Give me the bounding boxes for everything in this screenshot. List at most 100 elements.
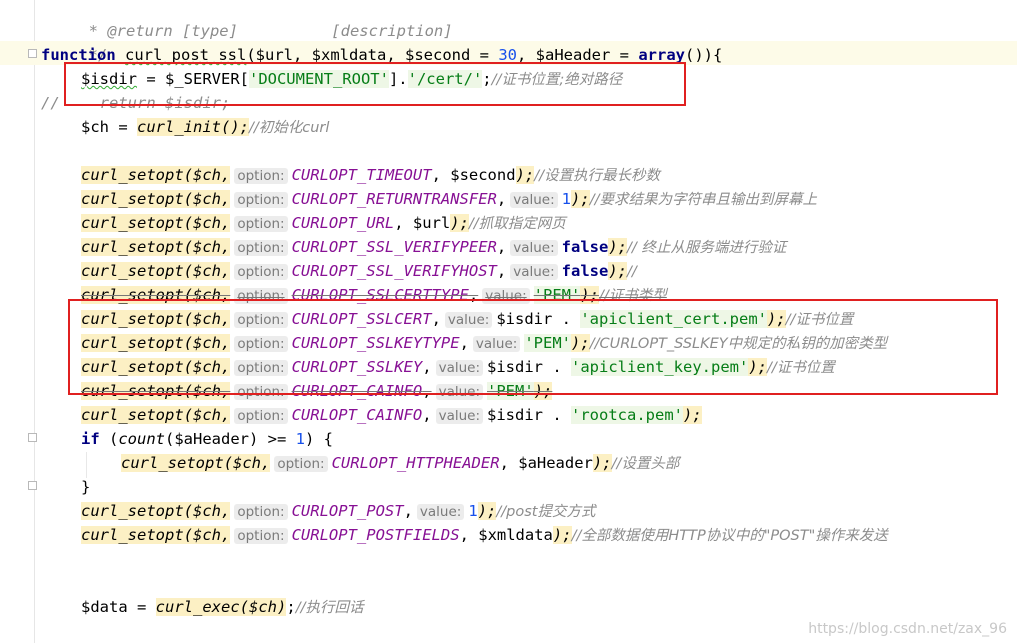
fold-marker-if[interactable]: [28, 433, 37, 442]
arg-aheader: ($aHeader): [165, 430, 259, 448]
var-data: $data: [81, 598, 128, 616]
keyword-if: if: [81, 430, 100, 448]
arg-ch: ($ch,: [223, 454, 271, 472]
arg-ch: ($ch,: [183, 262, 231, 280]
close-brace: }: [81, 478, 91, 496]
value-file: 'rootca.pem': [571, 406, 683, 424]
code-line-setopt-timeout: curl_setopt($ch, option: CURLOPT_TIMEOUT, …: [81, 166, 661, 184]
const-option: CURLOPT_SSL_VERIFYPEER: [291, 238, 497, 256]
code-line-setopt-httpheader: curl_setopt($ch, option: CURLOPT_HTTPHEADE…: [121, 454, 680, 472]
comment-init: //初始化curl: [249, 120, 330, 136]
comment: //抓取指定网页: [468, 216, 566, 232]
value: 1: [561, 190, 572, 208]
equals: =: [127, 598, 156, 616]
call-close: );: [608, 238, 628, 256]
annotation-box-isdir: [64, 62, 686, 106]
number: 1: [295, 430, 306, 448]
fn-curl-setopt: curl_setopt: [121, 454, 224, 472]
value: 1: [468, 502, 478, 520]
comment: // 终止从服务端进行验证: [627, 240, 787, 256]
arg-ch: ($ch,: [183, 406, 231, 424]
comment: //设置执行最长秒数: [534, 168, 661, 184]
const-option: CURLOPT_URL: [291, 214, 395, 232]
code-line-setopt-verifypeer: curl_setopt($ch, option: CURLOPT_SSL_VERIF…: [81, 238, 787, 256]
comment: //全部数据使用HTTP协议中的"POST"操作来发送: [571, 528, 888, 544]
const-option: CURLOPT_CAINFO: [291, 406, 423, 424]
arg-ch: ($ch,: [183, 502, 231, 520]
fn-curl-setopt: curl_setopt: [81, 262, 184, 280]
watermark: https://blog.csdn.net/zax_96: [808, 621, 1007, 637]
param-hint-option: option:: [234, 168, 288, 184]
semicolon: ;: [286, 598, 296, 616]
value: $aHeader: [518, 454, 593, 472]
param-hint-option: option:: [234, 264, 288, 280]
call-close: );: [552, 526, 572, 544]
arg-ch: ($ch,: [183, 238, 231, 256]
value-isdir: $isdir: [487, 406, 544, 424]
compare: >=: [258, 430, 296, 448]
code-line-setopt-url: curl_setopt($ch, option: CURLOPT_URL, $url…: [81, 214, 566, 232]
editor-gutter: [0, 0, 34, 643]
fold-marker-function[interactable]: [28, 49, 37, 58]
code-line-if: if (count($aHeader) >= 1) {: [81, 427, 333, 451]
call-close: );: [608, 262, 628, 280]
fn-count: count: [118, 430, 166, 448]
param-hint-option: option:: [234, 240, 288, 256]
param-hint-option: option:: [234, 408, 288, 424]
const-option: CURLOPT_RETURNTRANSFER: [291, 190, 497, 208]
call-close: );: [592, 454, 612, 472]
const-option: CURLOPT_POST: [291, 502, 404, 520]
code-line-exec: $data = curl_exec($ch);//执行回话: [81, 595, 363, 619]
arg-ch: ($ch,: [183, 190, 231, 208]
fn-curl-setopt: curl_setopt: [81, 406, 184, 424]
if-open: ) {: [305, 430, 334, 448]
call-close: );: [683, 406, 702, 424]
fn-curl-setopt: curl_setopt: [81, 214, 184, 232]
value: $url: [412, 214, 451, 232]
value: $second: [450, 166, 516, 184]
value: $xmldata: [478, 526, 553, 544]
fn-curl-setopt: curl_setopt: [81, 502, 184, 520]
code-line-setopt-postfields: curl_setopt($ch, option: CURLOPT_POSTFIELD…: [81, 526, 888, 544]
fn-curl-setopt: curl_setopt: [81, 166, 184, 184]
code-line-setopt-cainfo: curl_setopt($ch, option: CURLOPT_CAINFO, va…: [81, 406, 702, 424]
arg-ch: ($ch): [239, 598, 287, 616]
param-hint-option: option:: [274, 456, 328, 472]
code-line-doc-return: * @return [type] [description]: [42, 0, 453, 40]
param-hint-option: option:: [234, 528, 288, 544]
code-line-setopt-returntransfer: curl_setopt($ch, option: CURLOPT_RETURNTRA…: [81, 190, 817, 208]
equals: =: [109, 118, 137, 136]
const-option: CURLOPT_SSL_VERIFYHOST: [291, 262, 497, 280]
fn-curl-exec: curl_exec: [155, 598, 240, 616]
fn-curl-setopt: curl_setopt: [81, 526, 184, 544]
doc-comment-return: * @return [type] [description]: [79, 22, 453, 40]
code-line-setopt-post: curl_setopt($ch, option: CURLOPT_POST, valu…: [81, 502, 596, 520]
param-hint-value: value:: [416, 504, 465, 520]
fold-marker-if-end[interactable]: [28, 481, 37, 490]
param-hint-option: option:: [234, 504, 288, 520]
arg-ch: ($ch,: [183, 214, 231, 232]
comment: //要求结果为字符串且输出到屏幕上: [589, 192, 817, 208]
const-option: CURLOPT_TIMEOUT: [291, 166, 432, 184]
fn-curl-setopt: curl_setopt: [81, 190, 184, 208]
function-open: ()){: [685, 46, 723, 64]
concat-dot: .: [543, 406, 572, 424]
gutter-divider: [34, 0, 35, 643]
comment: //设置头部: [611, 456, 680, 472]
param-hint-value: value:: [435, 408, 484, 424]
fn-curl-setopt: curl_setopt: [81, 238, 184, 256]
comment: //post提交方式: [496, 504, 596, 520]
paren: (: [99, 430, 119, 448]
param-hint-value: value:: [510, 264, 558, 280]
value: false: [561, 238, 609, 256]
comment: //: [627, 264, 637, 280]
param-hint-option: option:: [234, 192, 288, 208]
code-line-if-close: }: [81, 475, 90, 499]
call-close: );: [477, 502, 497, 520]
const-option: CURLOPT_HTTPHEADER: [331, 454, 500, 472]
value: false: [561, 262, 609, 280]
fn-curl-init: curl_init: [137, 118, 221, 136]
param-hint-value: value:: [510, 240, 558, 256]
comment: //执行回话: [295, 600, 364, 616]
param-hint-value: value:: [510, 192, 558, 208]
